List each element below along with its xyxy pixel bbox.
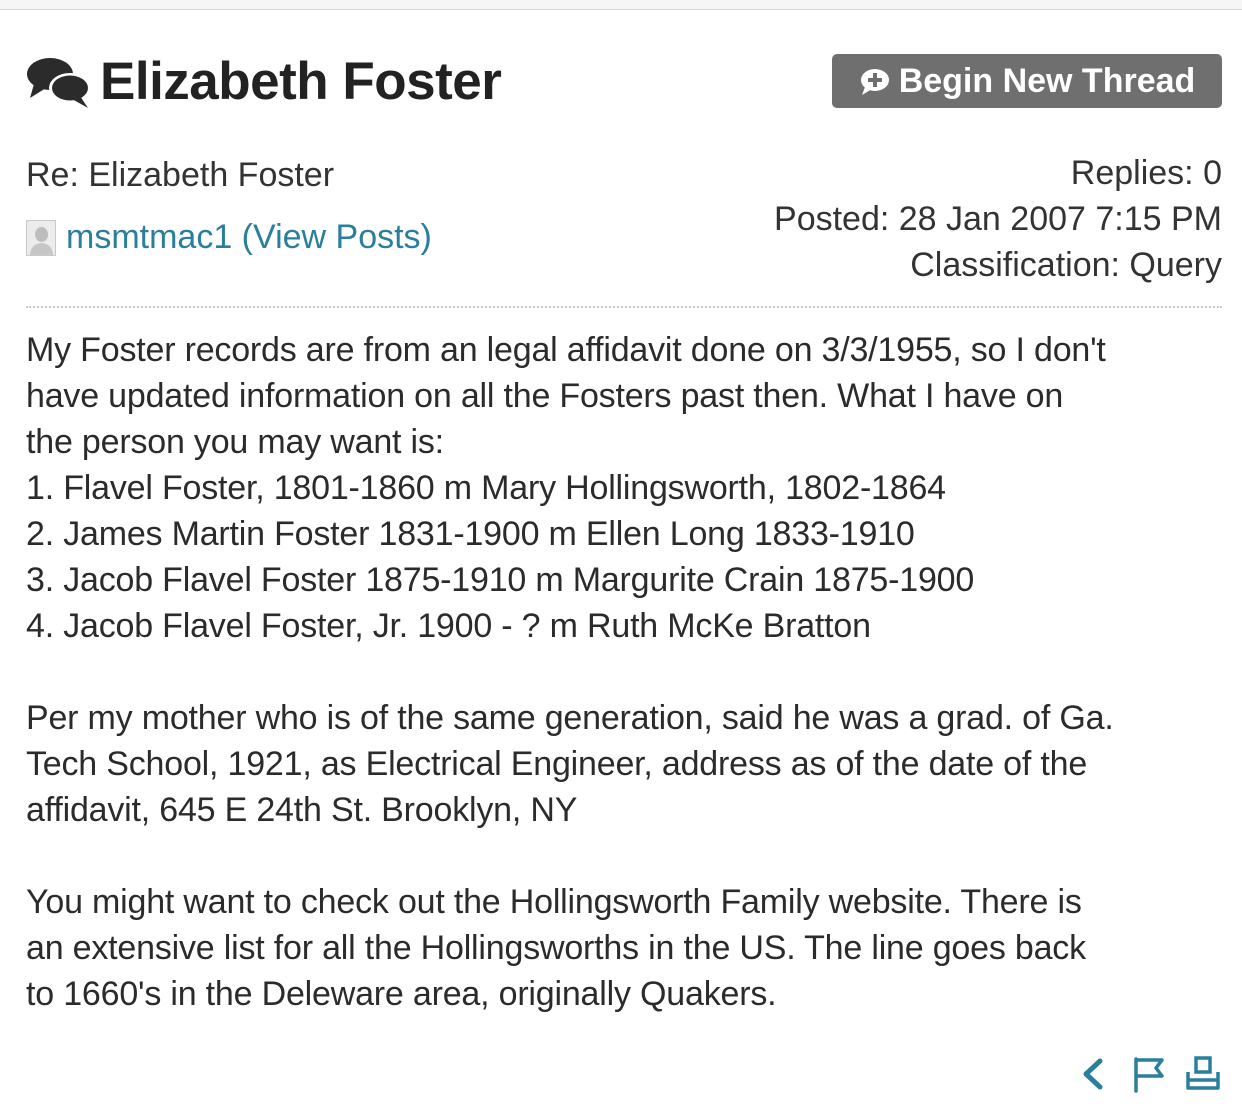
body-line: have updated information on all the Fost…: [26, 377, 1064, 415]
body-line: 1. Flavel Foster, 1801-1860 m Mary Holli…: [26, 469, 946, 507]
post-subject: Re: Elizabeth Foster: [26, 156, 335, 194]
post-meta: Re: Elizabeth Foster msmtmac1 (View Post…: [26, 150, 1222, 300]
body-line: You might want to check out the Hollings…: [26, 883, 1082, 921]
begin-new-thread-label: Begin New Thread: [898, 61, 1196, 100]
body-line: the person you may want is:: [26, 423, 444, 461]
thread-title: Elizabeth Foster: [100, 52, 502, 111]
print-icon[interactable]: [1184, 1055, 1222, 1093]
replies-count: Replies: 0: [1070, 154, 1222, 192]
post-actions: [1076, 1055, 1222, 1093]
body-line: 4. Jacob Flavel Foster, Jr. 1900 - ? m R…: [26, 607, 871, 645]
body-line: My Foster records are from an legal affi…: [26, 331, 1106, 369]
body-line: 2. James Martin Foster 1831-1900 m Ellen…: [26, 515, 915, 553]
classification: Classification: Query: [910, 246, 1222, 284]
avatar: [26, 219, 56, 256]
author-link[interactable]: msmtmac1 (View Posts): [66, 218, 432, 257]
body-line: an extensive list for all the Hollingswo…: [26, 929, 1086, 967]
body-line: affidavit, 645 E 24th St. Brooklyn, NY: [26, 791, 578, 829]
divider: [26, 306, 1222, 308]
comment-plus-icon: [860, 69, 889, 95]
posted-date: Posted: 28 Jan 2007 7:15 PM: [774, 200, 1222, 238]
flag-icon[interactable]: [1130, 1055, 1168, 1093]
post-author: msmtmac1 (View Posts): [26, 218, 432, 257]
post-stats: Replies: 0 Posted: 28 Jan 2007 7:15 PM C…: [774, 150, 1222, 288]
post-body: My Foster records are from an legal affi…: [26, 327, 1222, 1017]
body-line: to 1660's in the Deleware area, original…: [26, 975, 777, 1013]
thread-header: Elizabeth Foster Begin New Thread: [26, 50, 1222, 114]
speech-bubbles-icon: [27, 58, 91, 108]
body-line: Tech School, 1921, as Electrical Enginee…: [26, 745, 1088, 783]
body-line: 3. Jacob Flavel Foster 1875-1910 m Margu…: [26, 561, 975, 599]
thread-title-wrap: Elizabeth Foster: [26, 50, 502, 114]
back-arrow-icon[interactable]: [1076, 1055, 1114, 1093]
begin-new-thread-button[interactable]: Begin New Thread: [832, 54, 1222, 108]
top-border: [0, 0, 1242, 10]
body-line: Per my mother who is of the same generat…: [26, 699, 1114, 737]
